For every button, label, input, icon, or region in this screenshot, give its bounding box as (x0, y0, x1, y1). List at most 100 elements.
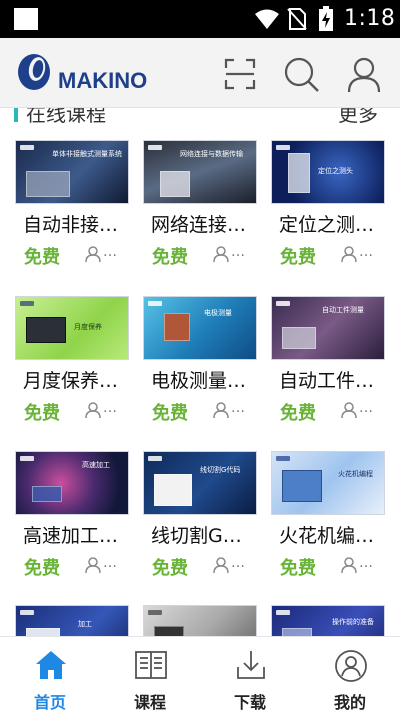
thumbnail-logo (148, 301, 162, 306)
course-thumbnail: 加工 (15, 605, 129, 636)
wifi-icon (255, 9, 279, 29)
battery-charging-icon (319, 6, 333, 31)
no-sim-icon (287, 8, 307, 30)
thumbnail-image (26, 317, 66, 343)
course-thumbnail: 高速加工 (15, 451, 129, 515)
thumbnail-image (154, 626, 184, 636)
course-title: 自动非接… (23, 214, 119, 236)
more-link[interactable]: 更多 (338, 108, 378, 126)
course-card[interactable] (143, 605, 257, 636)
course-thumbnail: 火花机编程 (271, 451, 385, 515)
course-card[interactable]: 高速加工 高速加工… 免费 … (15, 451, 129, 591)
learner-count: … (359, 400, 373, 416)
search-icon[interactable] (283, 56, 321, 94)
thumbnail-caption: 线切割G代码 (200, 466, 241, 474)
nav-courses[interactable]: 课程 (100, 637, 200, 720)
logo-text: MAKINO (58, 68, 148, 93)
course-card[interactable]: 操作前的准备 (271, 605, 385, 636)
notification-square-icon (14, 8, 38, 30)
learner-icon (213, 557, 229, 573)
thumbnail-image (282, 628, 312, 636)
price-badge: 免费 (152, 403, 188, 424)
thumbnail-logo (148, 145, 162, 150)
thumbnail-logo (20, 610, 34, 615)
user-icon[interactable] (346, 56, 382, 94)
course-thumbnail (143, 605, 257, 636)
thumbnail-caption: 定位之测头 (318, 167, 353, 175)
nav-download[interactable]: 下载 (200, 637, 300, 720)
book-icon (135, 651, 167, 679)
learner-count: … (103, 555, 117, 571)
thumbnail-logo (276, 145, 290, 150)
thumbnail-image (282, 470, 322, 502)
makino-logo[interactable] (16, 52, 56, 92)
course-title: 自动工件… (279, 370, 375, 392)
thumbnail-caption: 自动工件测量 (322, 306, 364, 314)
thumbnail-caption: 火花机编程 (338, 470, 373, 478)
scan-icon[interactable] (222, 56, 258, 92)
nav-profile[interactable]: 我的 (300, 637, 400, 720)
thumbnail-logo (20, 145, 34, 150)
nav-download-label: 下载 (233, 693, 266, 712)
thumbnail-caption: 单体非接触式测量系统 (52, 150, 122, 158)
nav-courses-label: 课程 (133, 693, 166, 712)
section-accent-bar (14, 108, 18, 122)
course-card[interactable]: 电极测量 电极测量… 免费 … (143, 296, 257, 436)
thumbnail-image (154, 474, 192, 506)
thumbnail-image (282, 327, 316, 349)
learner-icon (341, 246, 357, 262)
thumbnail-image (164, 313, 190, 341)
course-grid: 单体非接触式测量系统 自动非接… 免费 … 网络连接与数据传输 网络连接… 免费… (0, 126, 400, 636)
learner-count: … (231, 555, 245, 571)
course-thumbnail: 网络连接与数据传输 (143, 140, 257, 204)
thumbnail-logo (148, 456, 162, 461)
course-card[interactable]: 自动工件测量 自动工件… 免费 … (271, 296, 385, 436)
learner-icon (85, 557, 101, 573)
thumbnail-caption: 操作前的准备 (332, 618, 374, 626)
price-badge: 免费 (152, 247, 188, 268)
thumbnail-image (160, 171, 190, 197)
learner-count: … (231, 244, 245, 260)
learner-icon (341, 402, 357, 418)
section-header: 在线课程 更多 (0, 108, 400, 126)
course-thumbnail: 定位之测头 (271, 140, 385, 204)
thumbnail-logo (148, 610, 162, 615)
thumbnail-caption: 月度保养 (74, 323, 102, 331)
course-title: 火花机编… (279, 525, 375, 547)
course-card[interactable]: 火花机编程 火花机编… 免费 … (271, 451, 385, 591)
course-card[interactable]: 月度保养 月度保养… 免费 … (15, 296, 129, 436)
thumbnail-logo (276, 301, 290, 306)
course-card[interactable]: 网络连接与数据传输 网络连接… 免费 … (143, 140, 257, 280)
profile-icon (335, 650, 367, 682)
learner-icon (213, 402, 229, 418)
learner-icon (213, 246, 229, 262)
course-card[interactable]: 定位之测头 定位之测… 免费 … (271, 140, 385, 280)
download-icon (237, 651, 265, 679)
price-badge: 免费 (152, 558, 188, 579)
price-badge: 免费 (280, 403, 316, 424)
thumbnail-caption: 高速加工 (82, 461, 110, 469)
price-badge: 免费 (24, 558, 60, 579)
course-card[interactable]: 线切割G代码 线切割G… 免费 … (143, 451, 257, 591)
nav-profile-label: 我的 (333, 693, 366, 712)
learner-count: … (359, 555, 373, 571)
course-title: 网络连接… (151, 214, 247, 236)
thumbnail-image (32, 486, 62, 502)
course-card[interactable]: 单体非接触式测量系统 自动非接… 免费 … (15, 140, 129, 280)
course-title: 电极测量… (151, 370, 247, 392)
thumbnail-logo (20, 456, 34, 461)
course-title: 定位之测… (279, 214, 375, 236)
price-badge: 免费 (280, 558, 316, 579)
course-card[interactable]: 加工 (15, 605, 129, 636)
learner-icon (341, 557, 357, 573)
learner-icon (85, 402, 101, 418)
course-thumbnail: 线切割G代码 (143, 451, 257, 515)
nav-home[interactable]: 首页 (0, 637, 100, 720)
course-thumbnail: 电极测量 (143, 296, 257, 360)
price-badge: 免费 (24, 247, 60, 268)
thumbnail-caption: 网络连接与数据传输 (180, 150, 243, 158)
learner-count: … (103, 244, 117, 260)
course-thumbnail: 操作前的准备 (271, 605, 385, 636)
course-thumbnail: 自动工件测量 (271, 296, 385, 360)
app-header: MAKINO (0, 38, 400, 108)
